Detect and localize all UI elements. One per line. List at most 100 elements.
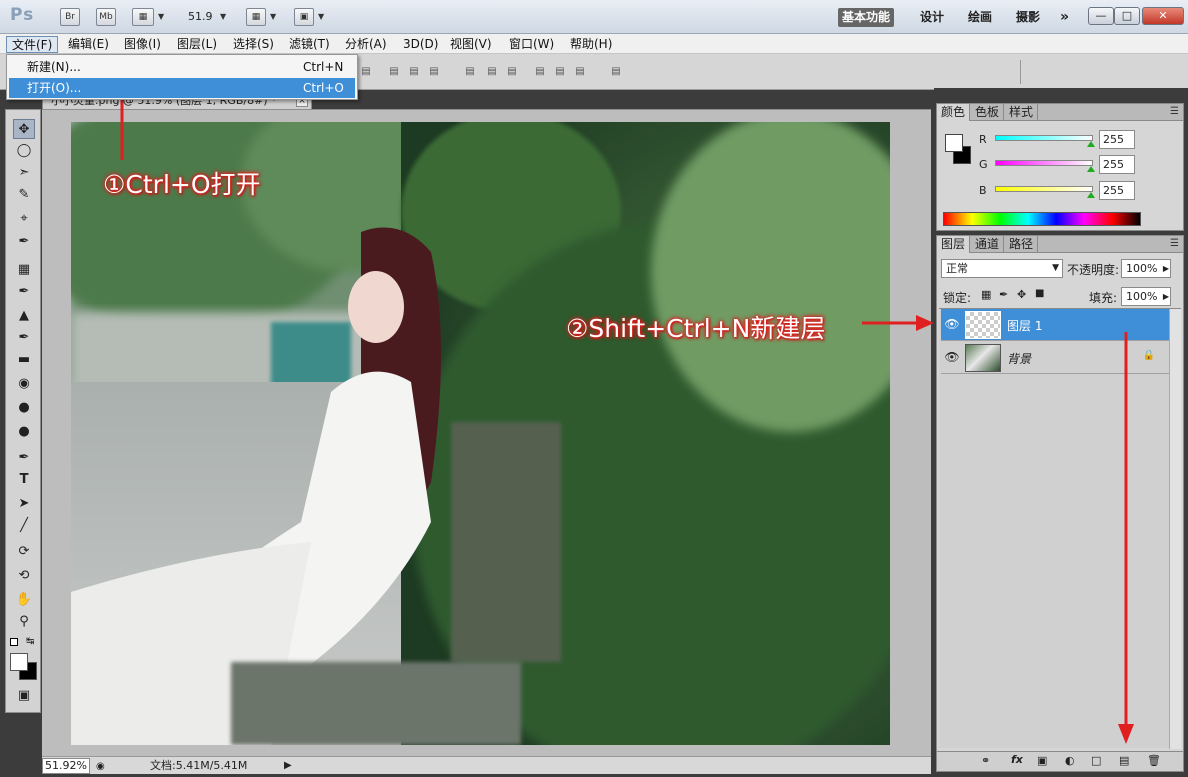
crop-tool-icon[interactable]: ⌖ [13, 209, 35, 229]
color-ramp[interactable] [943, 212, 1141, 226]
eraser-tool-icon[interactable]: ▬ [13, 350, 35, 370]
tab-layers[interactable]: 图层 [937, 236, 971, 253]
menu-image[interactable]: 图像(I) [119, 36, 166, 53]
menu-item-open[interactable]: 打开(O)... Ctrl+O [9, 78, 355, 98]
eye-icon[interactable]: 👁 [943, 350, 961, 364]
path-selection-tool-icon[interactable]: ➤ [13, 494, 35, 514]
slider-thumb[interactable] [1087, 141, 1095, 147]
chevron-down-icon[interactable]: ▼ [318, 12, 324, 21]
default-colors-icon[interactable] [10, 638, 18, 646]
spot-healing-tool-icon[interactable]: ▦ [13, 260, 35, 280]
align-left-icon[interactable]: ▤ [426, 66, 442, 78]
lasso-tool-icon[interactable]: ➣ [13, 163, 35, 183]
panel-menu-icon[interactable]: ☰ [1170, 238, 1179, 249]
minibridge-button[interactable]: Mb [96, 8, 116, 26]
tab-styles[interactable]: 样式 [1005, 104, 1039, 121]
status-zoom-field[interactable]: 51.92% [42, 758, 90, 774]
3d-orbit-tool-icon[interactable]: ⟲ [13, 566, 35, 586]
hand-tool-icon[interactable]: ✋ [13, 590, 35, 610]
align-top-icon[interactable]: ▤ [358, 66, 374, 78]
delete-layer-icon[interactable]: 🗑 [1147, 754, 1161, 767]
distribute-hcenter-icon[interactable]: ▤ [552, 66, 568, 78]
arrange-documents-button[interactable]: ▦ [246, 8, 266, 26]
workspace-painting[interactable]: 绘画 [964, 8, 996, 27]
screen-mode-button[interactable]: ▣ [294, 8, 314, 26]
tab-color[interactable]: 颜色 [937, 104, 971, 121]
new-layer-icon[interactable]: ▤ [1119, 754, 1129, 767]
menu-view[interactable]: 视图(V) [445, 36, 497, 53]
tab-swatches[interactable]: 色板 [971, 104, 1005, 121]
chevron-down-icon[interactable]: ▼ [220, 12, 226, 21]
type-tool-icon[interactable]: T [13, 470, 35, 490]
marquee-tool-icon[interactable]: ◯ [13, 141, 35, 161]
chevron-down-icon[interactable]: ▼ [270, 12, 276, 21]
lock-pixels-icon[interactable]: ✒ [999, 288, 1008, 301]
quick-select-tool-icon[interactable]: ✎ [13, 185, 35, 205]
document-image[interactable] [71, 122, 890, 745]
foreground-color-swatch[interactable] [10, 653, 28, 671]
chevron-down-icon[interactable]: ▼ [158, 12, 164, 21]
slider-track[interactable] [995, 135, 1093, 141]
new-group-icon[interactable]: □ [1091, 754, 1101, 767]
workspace-design[interactable]: 设计 [916, 8, 948, 27]
menu-layer[interactable]: 图层(L) [172, 36, 222, 53]
channel-value-input[interactable]: 255 [1099, 155, 1135, 174]
zoom-tool-icon[interactable]: ⚲ [13, 612, 35, 632]
line-tool-icon[interactable]: ╱ [13, 516, 35, 536]
slider-track[interactable] [995, 160, 1093, 166]
blend-mode-select[interactable]: 正常 ▼ [941, 259, 1063, 278]
distribute-left-icon[interactable]: ▤ [532, 66, 548, 78]
layer-name[interactable]: 图层 1 [1007, 317, 1042, 334]
chevron-right-icon[interactable]: ▶ [1163, 288, 1169, 305]
layers-scrollbar[interactable] [1169, 309, 1181, 749]
menu-3d[interactable]: 3D(D) [398, 36, 443, 53]
dodge-tool-icon[interactable]: ● [13, 422, 35, 442]
move-tool-icon[interactable]: ✥ [13, 119, 35, 139]
bridge-button[interactable]: Br [60, 8, 80, 26]
layer-style-icon[interactable]: fx [1011, 753, 1023, 766]
link-layers-icon[interactable]: ⚭ [981, 754, 990, 767]
maximize-button[interactable]: □ [1114, 7, 1140, 25]
zoom-level[interactable]: 51.9 [188, 10, 213, 23]
menu-select[interactable]: 选择(S) [228, 36, 279, 53]
slider-track[interactable] [995, 186, 1093, 192]
3d-rotate-tool-icon[interactable]: ⟳ [13, 542, 35, 562]
status-menu-arrow-icon[interactable]: ▶ [284, 757, 292, 774]
channel-value-input[interactable]: 255 [1099, 181, 1135, 200]
auto-align-icon[interactable]: ▤ [608, 66, 624, 78]
history-brush-tool-icon[interactable]: ✒ [13, 328, 35, 348]
distribute-vcenter-icon[interactable]: ▤ [484, 66, 500, 78]
lock-position-icon[interactable]: ✥ [1017, 288, 1026, 301]
menu-window[interactable]: 窗口(W) [504, 36, 559, 53]
status-options-icon[interactable]: ◉ [96, 758, 105, 775]
close-window-button[interactable]: ✕ [1142, 7, 1184, 25]
menu-file[interactable]: 文件(F) [6, 36, 59, 53]
adjustment-layer-icon[interactable]: ◐ [1065, 754, 1075, 767]
tab-channels[interactable]: 通道 [971, 236, 1005, 253]
fill-input[interactable]: 100% ▶ [1121, 287, 1171, 306]
distribute-bottom-icon[interactable]: ▤ [504, 66, 520, 78]
workspace-essentials[interactable]: 基本功能 [838, 8, 895, 27]
align-vcenter-icon[interactable]: ▤ [386, 66, 402, 78]
add-mask-icon[interactable]: ▣ [1037, 754, 1047, 767]
layer-name[interactable]: 背景 [1007, 350, 1031, 367]
menu-analysis[interactable]: 分析(A) [340, 36, 392, 53]
chevron-right-icon[interactable]: ▶ [1163, 260, 1169, 277]
menu-help[interactable]: 帮助(H) [565, 36, 617, 53]
menu-edit[interactable]: 编辑(E) [63, 36, 114, 53]
clone-stamp-tool-icon[interactable]: ▲ [13, 306, 35, 326]
blur-tool-icon[interactable]: ● [13, 398, 35, 418]
align-bottom-icon[interactable]: ▤ [406, 66, 422, 78]
distribute-top-icon[interactable]: ▤ [462, 66, 478, 78]
eyedropper-tool-icon[interactable]: ✒ [13, 232, 35, 252]
view-extras-button[interactable]: ▦ [132, 8, 154, 26]
pen-tool-icon[interactable]: ✒ [13, 448, 35, 468]
paint-bucket-tool-icon[interactable]: ◉ [13, 374, 35, 394]
quick-mask-icon[interactable]: ▣ [13, 686, 35, 706]
menu-filter[interactable]: 滤镜(T) [284, 36, 335, 53]
opacity-input[interactable]: 100% ▶ [1121, 259, 1171, 278]
eye-icon[interactable]: 👁 [943, 317, 961, 331]
workspace-photography[interactable]: 摄影 [1012, 8, 1044, 27]
distribute-right-icon[interactable]: ▤ [572, 66, 588, 78]
brush-tool-icon[interactable]: ✒ [13, 282, 35, 302]
